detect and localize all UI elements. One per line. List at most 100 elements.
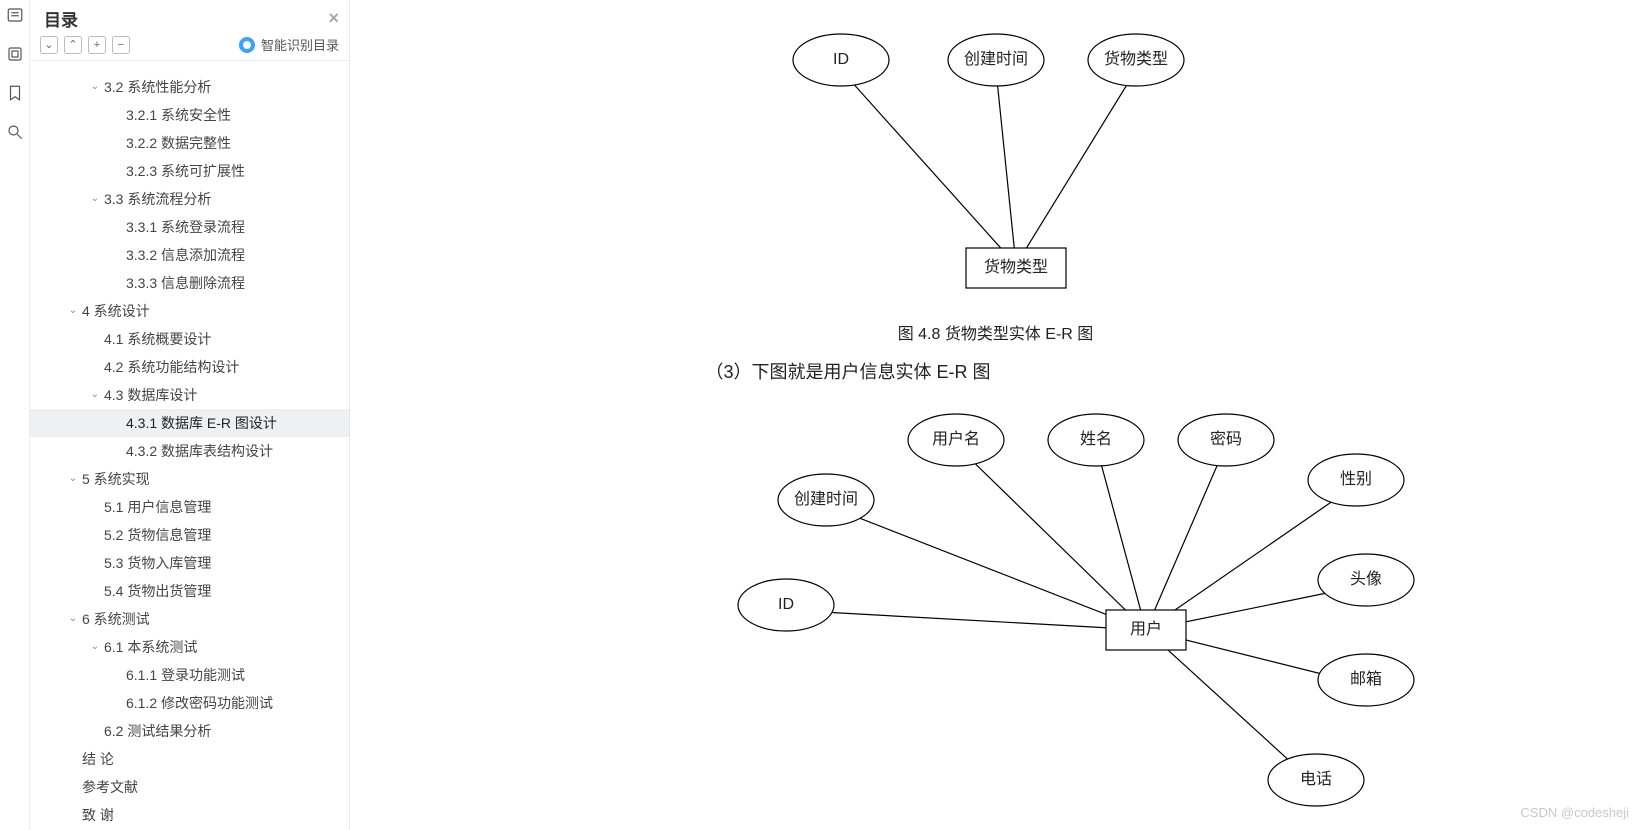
toc-item[interactable]: 5.4 货物出货管理 xyxy=(30,577,349,605)
close-icon[interactable]: × xyxy=(328,8,339,29)
toc-item[interactable]: 4.3.2 数据库表结构设计 xyxy=(30,437,349,465)
chevron-down-icon[interactable]: ⌄ xyxy=(88,77,102,97)
toc-toolbar: ⌄ ⌃ +− 智能识别目录 xyxy=(30,35,349,60)
ai-toc-label: 智能识别目录 xyxy=(261,35,339,54)
toc-item-label: 5.4 货物出货管理 xyxy=(104,581,211,601)
toc-item[interactable]: 5.1 用户信息管理 xyxy=(30,493,349,521)
toc-tool-0[interactable]: ⌄ xyxy=(40,36,58,54)
toc-item-label: 5.3 货物入库管理 xyxy=(104,553,211,573)
toc-item[interactable]: 6.1.1 登录功能测试 xyxy=(30,661,349,689)
er-attr: 性别 xyxy=(1339,470,1371,488)
toc-item-label: 3.2.3 系统可扩展性 xyxy=(126,161,245,181)
toc-item[interactable]: 3.3.3 信息删除流程 xyxy=(30,269,349,297)
toc-item-label: 4.2 系统功能结构设计 xyxy=(104,357,239,377)
er-attr: 创建时间 xyxy=(963,50,1027,68)
search-icon[interactable] xyxy=(6,123,24,144)
er-attr: 密码 xyxy=(1209,430,1241,448)
er-attr: 创建时间 xyxy=(793,490,857,508)
bookmark-icon[interactable] xyxy=(6,84,24,105)
toc-item-label: 3.3.3 信息删除流程 xyxy=(126,273,245,293)
toc-item-label: 5.1 用户信息管理 xyxy=(104,497,211,517)
toc-title: 目录 xyxy=(44,6,78,31)
watermark: CSDN @codesheji xyxy=(1520,805,1629,820)
toc-item-label: 4.1 系统概要设计 xyxy=(104,329,211,349)
chevron-down-icon[interactable]: ⌄ xyxy=(66,469,80,489)
er-attr: 邮箱 xyxy=(1349,670,1381,688)
er-entity: 货物类型 xyxy=(983,258,1047,276)
toc-item-label: 6.1 本系统测试 xyxy=(104,637,197,657)
toc-item[interactable]: 致 谢 xyxy=(30,801,349,829)
er-attr: ID xyxy=(833,51,849,68)
chevron-down-icon[interactable]: ⌄ xyxy=(88,637,102,657)
toc-item[interactable]: 结 论 xyxy=(30,745,349,773)
ai-icon xyxy=(239,37,255,53)
toc-header: 目录 × xyxy=(30,0,349,35)
toc-item[interactable]: ⌄3.2 系统性能分析 xyxy=(30,73,349,101)
er-attr: 用户名 xyxy=(931,430,979,448)
toc-item-label: 5.2 货物信息管理 xyxy=(104,525,211,545)
er-attr: ID xyxy=(778,596,794,613)
toc-tool-2[interactable]: + xyxy=(88,36,106,54)
toc-item[interactable]: ⌄6.1 本系统测试 xyxy=(30,633,349,661)
view-icon[interactable] xyxy=(6,45,24,66)
document-page: ID 创建时间 货物类型 货物类型 图 4.8 货物类型实体 E-R 图 （3）… xyxy=(536,0,1456,830)
er-diagram-goods-type: ID 创建时间 货物类型 货物类型 xyxy=(766,10,1266,300)
toc-item[interactable]: 3.2.2 数据完整性 xyxy=(30,129,349,157)
toc-item[interactable]: ⌄6 系统测试 xyxy=(30,605,349,633)
toc-item-label: 3.3 系统流程分析 xyxy=(104,189,211,209)
left-rail xyxy=(0,0,30,830)
er-attr: 电话 xyxy=(1299,770,1331,788)
toc-item-label: 3.3.1 系统登录流程 xyxy=(126,217,245,237)
toc-item-label: 4.3.2 数据库表结构设计 xyxy=(126,441,273,461)
toc-item[interactable]: 3.3.2 信息添加流程 xyxy=(30,241,349,269)
er-attr: 头像 xyxy=(1349,570,1381,588)
figure-caption: 图 4.8 货物类型实体 E-R 图 xyxy=(536,320,1456,344)
toc-item-label: 6 系统测试 xyxy=(82,609,150,629)
er-diagram-user: 用户名 姓名 密码 性别 创建时间 头像 ID 邮箱 电话 用户 xyxy=(656,395,1456,815)
document-viewport[interactable]: ID 创建时间 货物类型 货物类型 图 4.8 货物类型实体 E-R 图 （3）… xyxy=(350,0,1641,830)
toc-item-label: 致 谢 xyxy=(82,805,114,825)
toc-item[interactable]: 3.2.3 系统可扩展性 xyxy=(30,157,349,185)
toc-item-label: 4 系统设计 xyxy=(82,301,150,321)
toc-item-label: 3.2.2 数据完整性 xyxy=(126,133,231,153)
er-entity: 用户 xyxy=(1129,620,1161,638)
toc-item[interactable]: ⌄3.3 系统流程分析 xyxy=(30,185,349,213)
toc-item[interactable]: 3.2.1 系统安全性 xyxy=(30,101,349,129)
toc-item-label: 6.1.2 修改密码功能测试 xyxy=(126,693,273,713)
chevron-down-icon[interactable]: ⌄ xyxy=(66,609,80,629)
toc-tool-1[interactable]: ⌃ xyxy=(64,36,82,54)
toc-item-label: 4.3.1 数据库 E-R 图设计 xyxy=(126,413,277,433)
list-icon[interactable] xyxy=(6,6,24,27)
toc-item-label: 3.3.2 信息添加流程 xyxy=(126,245,245,265)
toc-panel: 目录 × ⌄⌃+− 智能识别目录 ⌄3.2 系统性能分析3.2.1 系统安全性3… xyxy=(30,0,350,830)
toc-item[interactable]: 5.3 货物入库管理 xyxy=(30,549,349,577)
toc-item[interactable]: 6.2 测试结果分析 xyxy=(30,717,349,745)
toc-item[interactable]: 4.3.1 数据库 E-R 图设计 xyxy=(30,409,349,437)
toc-item[interactable]: ⌄5 系统实现 xyxy=(30,465,349,493)
toc-item-label: 6.2 测试结果分析 xyxy=(104,721,211,741)
toc-item[interactable]: ⌄4 系统设计 xyxy=(30,297,349,325)
toc-item[interactable]: 6.1.2 修改密码功能测试 xyxy=(30,689,349,717)
toc-item-label: 参考文献 xyxy=(82,777,138,797)
toc-item[interactable]: 3.3.1 系统登录流程 xyxy=(30,213,349,241)
toc-item-label: 4.3 数据库设计 xyxy=(104,385,197,405)
toc-item[interactable]: 4.2 系统功能结构设计 xyxy=(30,353,349,381)
chevron-down-icon[interactable]: ⌄ xyxy=(66,301,80,321)
toc-item[interactable]: 参考文献 xyxy=(30,773,349,801)
toc-item[interactable] xyxy=(30,65,349,73)
toc-list[interactable]: ⌄3.2 系统性能分析3.2.1 系统安全性3.2.2 数据完整性3.2.3 系… xyxy=(30,60,349,830)
toc-item[interactable]: ⌄4.3 数据库设计 xyxy=(30,381,349,409)
toc-item[interactable]: 4.1 系统概要设计 xyxy=(30,325,349,353)
toc-item-label: 3.2.1 系统安全性 xyxy=(126,105,231,125)
ai-toc-button[interactable]: 智能识别目录 xyxy=(239,35,339,54)
toc-item-label: 5 系统实现 xyxy=(82,469,150,489)
er-attr: 姓名 xyxy=(1079,430,1111,448)
chevron-down-icon[interactable]: ⌄ xyxy=(88,385,102,405)
toc-item[interactable]: 5.2 货物信息管理 xyxy=(30,521,349,549)
paragraph: （3）下图就是用户信息实体 E-R 图 xyxy=(706,358,991,384)
toc-item-label: 6.1.1 登录功能测试 xyxy=(126,665,245,685)
er-attr: 货物类型 xyxy=(1103,50,1167,68)
chevron-down-icon[interactable]: ⌄ xyxy=(88,189,102,209)
toc-tool-3[interactable]: − xyxy=(112,36,130,54)
toc-item-label: 3.2 系统性能分析 xyxy=(104,77,211,97)
